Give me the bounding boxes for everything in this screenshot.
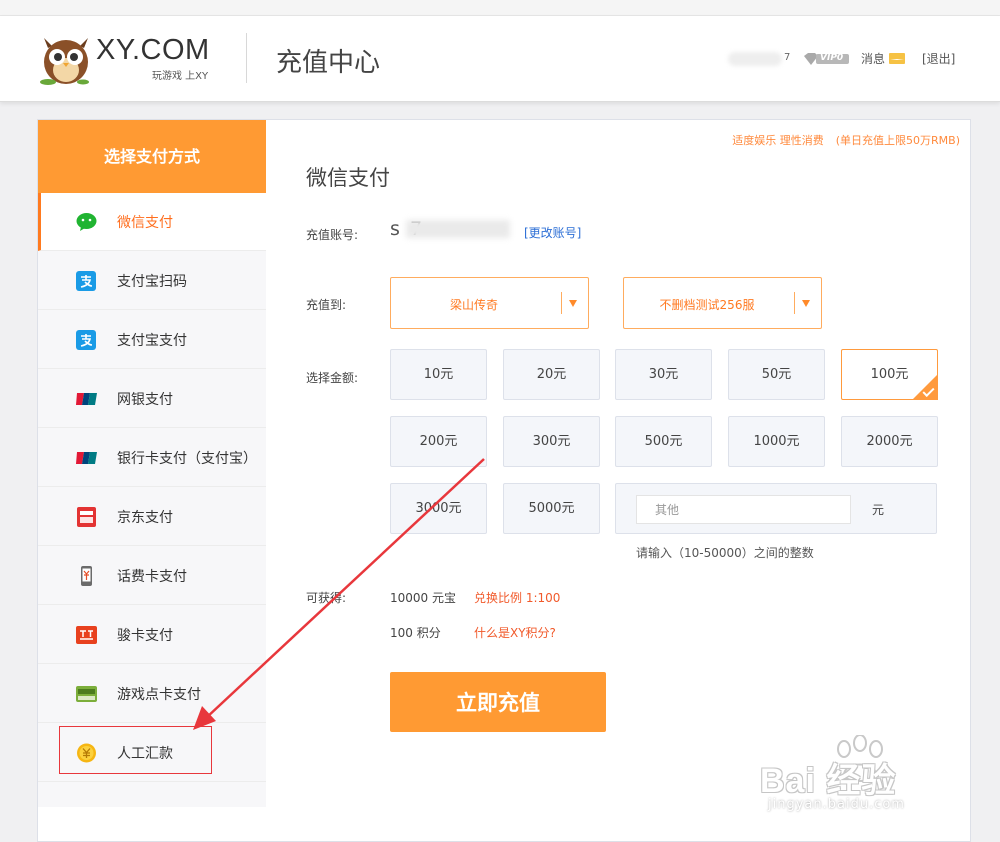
sidebar-item-label: 支付宝支付	[117, 333, 187, 349]
vip-badge: VIP0	[802, 52, 850, 66]
select-separator	[561, 292, 562, 314]
payment-form: 适度娱乐 理性消费(单日充值上限50万RMB) 微信支付 充值账号: s 7 […	[266, 120, 970, 840]
game-select-value: 梁山传奇	[449, 298, 498, 312]
logo-slogan: 玩游戏 上XY	[152, 71, 209, 82]
limit-note-text: 适度娱乐 理性消费	[732, 134, 824, 147]
recharge-card: 选择支付方式 微信支付 支付宝扫码 支付宝支付 网银支付 银行卡支付（支付宝） …	[37, 119, 971, 842]
sidebar-item-label: 银行卡支付（支付宝）	[117, 451, 257, 467]
amount-option-selected[interactable]: 100元	[841, 349, 938, 400]
sidebar-item-label: 微信支付	[117, 215, 173, 231]
sidebar-item-label: 京东支付	[117, 510, 173, 526]
watermark-text: Bai 经验	[760, 762, 897, 800]
amount-option[interactable]: 500元	[615, 416, 712, 467]
sidebar-item-jcard[interactable]: 骏卡支付	[38, 606, 266, 664]
section-title: 微信支付	[306, 166, 390, 190]
page-title: 充值中心	[276, 48, 381, 78]
points-help-link[interactable]: 什么是XY积分?	[474, 624, 556, 641]
jd-pay-icon	[77, 507, 96, 527]
amount-option[interactable]: 20元	[503, 349, 600, 400]
amount-option[interactable]: 5000元	[503, 483, 600, 534]
other-amount-unit: 元	[872, 503, 885, 517]
header-divider	[246, 33, 247, 83]
amount-option[interactable]: 1000元	[728, 416, 825, 467]
server-select-value: 不删档测试256服	[659, 298, 755, 312]
sidebar-item-label: 网银支付	[117, 392, 173, 408]
vip-label: VIP0	[820, 53, 844, 63]
xy-logo[interactable]: XY.COM 玩游戏 上XY	[36, 30, 226, 90]
logout-link[interactable]: [退出]	[922, 50, 955, 67]
amount-option[interactable]: 2000元	[841, 416, 938, 467]
unionpay-icon	[76, 393, 97, 405]
sidebar-item-label: 游戏点卡支付	[117, 687, 201, 703]
wechat-icon	[76, 213, 97, 231]
jcard-icon	[76, 626, 97, 644]
logo-text: XY.COM	[96, 34, 210, 66]
limit-note-cap: (单日充值上限50万RMB)	[835, 134, 960, 147]
message-link[interactable]: 消息	[861, 50, 885, 67]
amount-hint: 请输入（10-50000）之间的整数	[636, 546, 814, 560]
account-blur	[406, 220, 510, 238]
amount-option[interactable]: 50元	[728, 349, 825, 400]
select-separator	[794, 292, 795, 314]
owl-logo-icon	[40, 38, 89, 85]
server-select[interactable]: 不删档测试256服	[623, 277, 822, 329]
alipay-icon	[76, 330, 96, 350]
header: XY.COM 玩游戏 上XY 充值中心 7 VIP0 消息 [退出]	[0, 16, 1000, 102]
amount-option[interactable]: 30元	[615, 349, 712, 400]
recharge-now-button[interactable]: 立即充值	[390, 672, 606, 732]
sidebar-item-phonecard[interactable]: 话费卡支付	[38, 547, 266, 605]
caret-down-icon	[569, 300, 577, 307]
gain-yuanbao: 10000 元宝	[390, 591, 456, 605]
phone-card-icon	[81, 566, 92, 586]
amount-option[interactable]: 3000元	[390, 483, 487, 534]
sidebar-item-jd[interactable]: 京东支付	[38, 488, 266, 546]
username-tail: 7	[784, 52, 791, 63]
sidebar-item-alipay[interactable]: 支付宝支付	[38, 311, 266, 369]
amount-option-label: 100元	[870, 367, 909, 382]
amount-option[interactable]: 200元	[390, 416, 487, 467]
limit-note: 适度娱乐 理性消费 (单日充值上限50万RMB)	[732, 132, 960, 148]
unionpay-icon	[76, 452, 97, 464]
username-blurred	[728, 52, 782, 66]
alipay-icon	[76, 271, 96, 291]
sidebar-item-label: 支付宝扫码	[117, 274, 187, 290]
baidu-watermark: Bai 经验 jingyan.baidu.com	[760, 735, 990, 835]
watermark-url: jingyan.baidu.com	[768, 797, 905, 812]
exchange-ratio-link[interactable]: 兑换比例 1:100	[474, 589, 560, 606]
sidebar-item-alipay-scan[interactable]: 支付宝扫码	[38, 252, 266, 310]
sidebar-item-netbank[interactable]: 网银支付	[38, 370, 266, 428]
recharge-to-label: 充值到:	[306, 298, 347, 312]
sidebar-title: 选择支付方式	[38, 120, 266, 193]
amount-option[interactable]: 10元	[390, 349, 487, 400]
amount-label: 选择金额:	[306, 371, 359, 385]
amount-option[interactable]: 300元	[503, 416, 600, 467]
gain-points: 100 积分	[390, 626, 441, 640]
sidebar-item-bankcard[interactable]: 银行卡支付（支付宝）	[38, 429, 266, 487]
sidebar-item-wechat[interactable]: 微信支付	[38, 193, 266, 251]
gain-label: 可获得:	[306, 591, 347, 605]
sidebar-item-gamecard[interactable]: 游戏点卡支付	[38, 665, 266, 723]
payment-sidebar: 选择支付方式 微信支付 支付宝扫码 支付宝支付 网银支付 银行卡支付（支付宝） …	[38, 120, 266, 807]
other-amount-box: 元	[615, 483, 937, 534]
mail-icon[interactable]	[889, 53, 905, 64]
sidebar-item-label: 骏卡支付	[117, 628, 173, 644]
game-select[interactable]: 梁山传奇	[390, 277, 589, 329]
other-amount-input[interactable]	[636, 495, 851, 524]
game-card-icon	[76, 686, 97, 702]
account-label: 充值账号:	[306, 228, 359, 242]
sidebar-item-label: 话费卡支付	[117, 569, 187, 585]
top-strip	[0, 0, 1000, 16]
annotation-highlight-box	[59, 726, 212, 774]
caret-down-icon	[802, 300, 810, 307]
change-account-link[interactable]: [更改账号]	[524, 224, 581, 241]
